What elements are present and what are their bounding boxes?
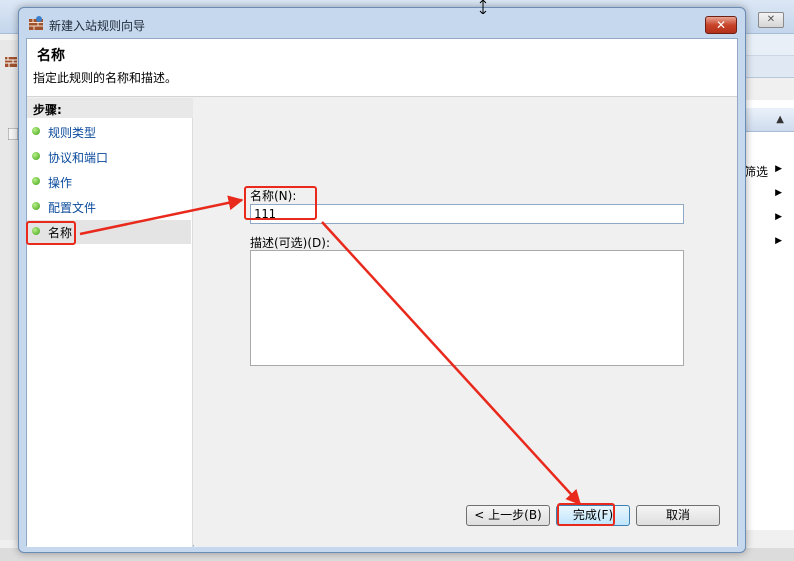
step-label: 操作 xyxy=(48,176,73,190)
step-action[interactable]: 操作 xyxy=(27,170,191,194)
firewall-icon xyxy=(29,16,43,30)
background-close-button[interactable]: ✕ xyxy=(758,12,784,28)
step-name[interactable]: 名称 xyxy=(27,220,191,244)
cancel-button[interactable]: 取消 xyxy=(636,505,720,526)
background-menu-bar xyxy=(744,34,794,56)
submenu-arrow-icon: ▶ xyxy=(775,188,782,198)
finish-button[interactable]: 完成(F) xyxy=(556,505,630,526)
step-profile[interactable]: 配置文件 xyxy=(27,195,191,219)
background-action-filter[interactable]: 筛选 ▶ xyxy=(744,160,794,182)
steps-heading: 步骤: xyxy=(27,98,193,118)
name-input[interactable] xyxy=(250,204,684,224)
submenu-arrow-icon: ▶ xyxy=(775,164,782,174)
page-header: 名称 指定此规则的名称和描述。 xyxy=(27,39,737,97)
background-toolbar xyxy=(744,56,794,78)
step-label: 配置文件 xyxy=(48,201,97,215)
name-label: 名称(N): xyxy=(250,189,297,203)
step-protocol-and-ports[interactable]: 协议和端口 xyxy=(27,145,191,169)
cursor-icon xyxy=(479,0,487,14)
step-rule-type[interactable]: 规则类型 xyxy=(27,120,191,144)
background-tree-pane xyxy=(0,40,20,540)
background-actions-header[interactable]: ▲ xyxy=(744,108,794,132)
scroll-arrow-icon[interactable] xyxy=(8,128,18,140)
firewall-icon xyxy=(5,57,17,67)
dialog-titlebar[interactable]: 新建入站规则向导 ✕ xyxy=(19,8,745,38)
step-label: 名称 xyxy=(48,226,73,240)
background-action-item[interactable]: ▶ xyxy=(744,184,794,206)
page-title: 名称 xyxy=(37,48,65,64)
new-inbound-rule-wizard: 新建入站规则向导 ✕ 名称 指定此规则的名称和描述。 步骤: 规则类型 协议和端… xyxy=(18,7,746,553)
description-label: 描述(可选)(D): xyxy=(250,236,331,250)
description-input[interactable] xyxy=(250,250,684,366)
step-label: 协议和端口 xyxy=(48,151,109,165)
submenu-arrow-icon: ▶ xyxy=(775,236,782,246)
collapse-icon: ▲ xyxy=(776,114,784,125)
background-action-item[interactable]: ▶ xyxy=(744,208,794,230)
close-button[interactable]: ✕ xyxy=(705,16,737,34)
dialog-body: 名称 指定此规则的名称和描述。 步骤: 规则类型 协议和端口 操作 配置文件 名… xyxy=(26,38,738,547)
form-pane: 名称(N): 描述(可选)(D): < 上一步(B) 完成(F) 取消 xyxy=(194,98,737,547)
dialog-title: 新建入站规则向导 xyxy=(49,19,146,33)
step-status-icon xyxy=(32,127,40,135)
page-description: 指定此规则的名称和描述。 xyxy=(33,71,178,85)
step-status-icon xyxy=(32,152,40,160)
step-status-icon xyxy=(32,227,40,235)
step-label: 规则类型 xyxy=(48,126,97,140)
background-action-item[interactable]: ▶ xyxy=(744,232,794,254)
steps-pane: 步骤: 规则类型 协议和端口 操作 配置文件 名称 xyxy=(27,98,193,547)
back-button[interactable]: < 上一步(B) xyxy=(466,505,550,526)
submenu-arrow-icon: ▶ xyxy=(775,212,782,222)
step-status-icon xyxy=(32,177,40,185)
step-status-icon xyxy=(32,202,40,210)
